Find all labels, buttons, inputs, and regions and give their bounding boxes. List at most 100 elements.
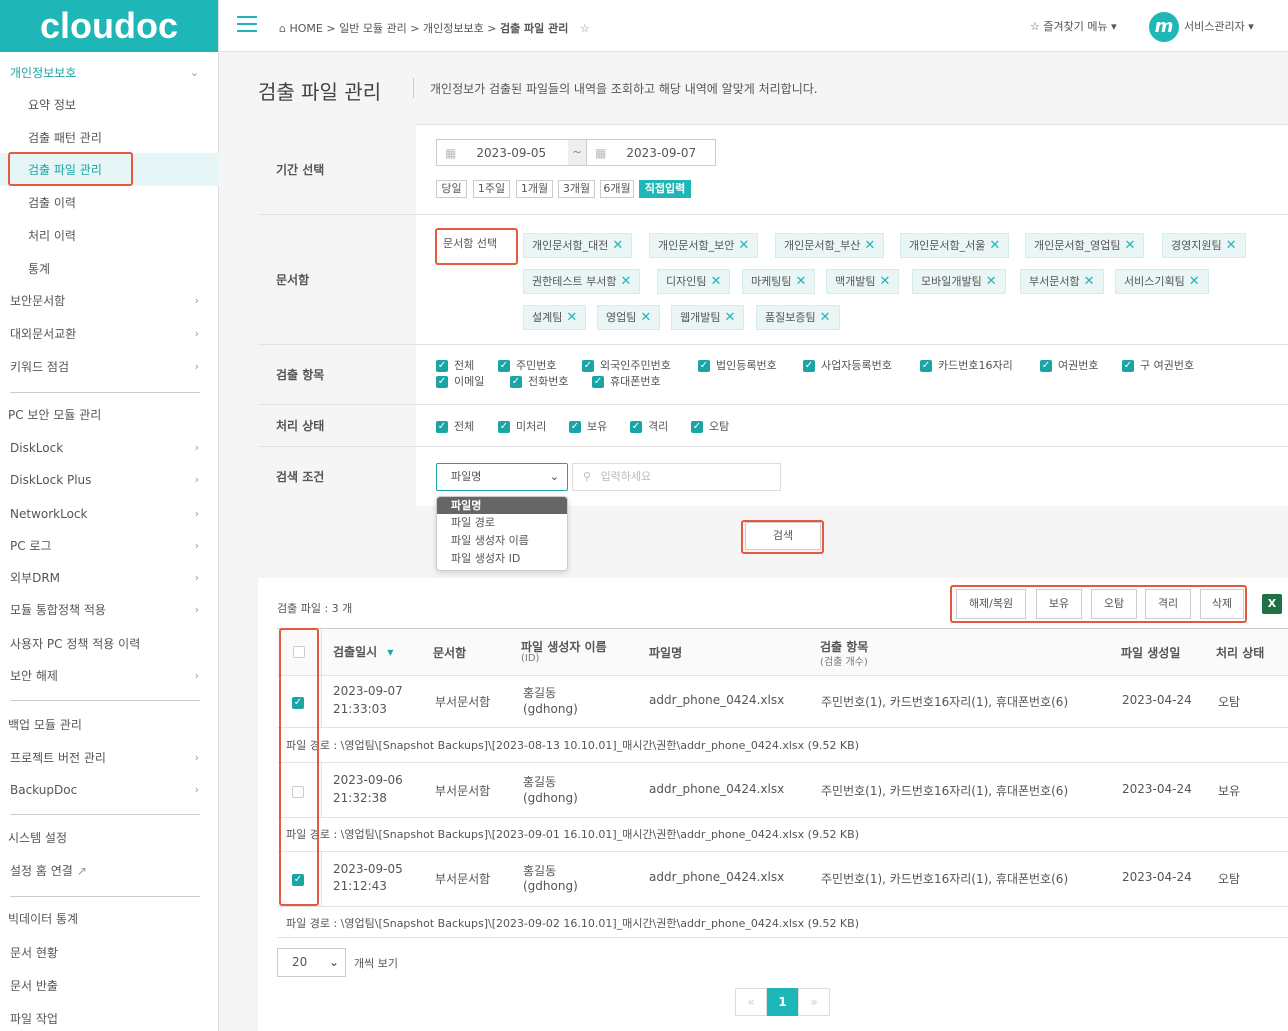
sidebar-item-stats[interactable]: 통계 bbox=[0, 261, 219, 277]
period-custom-button[interactable]: 직접입력 bbox=[639, 180, 691, 198]
close-icon[interactable]: ✕ bbox=[710, 274, 721, 289]
close-icon[interactable]: ✕ bbox=[566, 310, 577, 325]
dropdown-option-filename[interactable]: 파일명 bbox=[437, 497, 567, 514]
sidebar-item-disklock-plus[interactable]: DiskLock Plus › bbox=[0, 472, 219, 488]
avatar[interactable]: m bbox=[1149, 12, 1179, 42]
item-checkbox-phone[interactable]: ✓ 전화번호 bbox=[510, 373, 568, 389]
sidebar-item-external-drm[interactable]: 외부DRM › bbox=[0, 570, 219, 586]
hamburger-menu-icon[interactable] bbox=[237, 16, 257, 32]
item-checkbox-old-passport[interactable]: ✓ 구 여권번호 bbox=[1122, 357, 1194, 373]
sidebar-item-summary[interactable]: 요약 정보 bbox=[0, 97, 219, 113]
sidebar-item-doc-export[interactable]: 문서 반출 bbox=[0, 978, 219, 994]
period-today-button[interactable]: 당일 bbox=[436, 180, 467, 198]
home-icon[interactable]: ⌂ bbox=[279, 22, 286, 35]
sidebar-item-pc-log[interactable]: PC 로그 › bbox=[0, 538, 219, 554]
chevron-right-icon: › bbox=[194, 603, 199, 616]
sidebar-item-security-release[interactable]: 보안 해제 › bbox=[0, 668, 219, 684]
period-3month-button[interactable]: 3개월 bbox=[558, 180, 595, 198]
item-checkbox-card[interactable]: ✓ 카드번호16자리 bbox=[920, 357, 1013, 373]
status-checkbox-quarantine[interactable]: ✓ 격리 bbox=[630, 418, 668, 434]
close-icon[interactable]: ✕ bbox=[1124, 238, 1135, 253]
date-from-value: 2023-09-05 bbox=[476, 145, 547, 160]
status-checkbox-keep[interactable]: ✓ 보유 bbox=[569, 418, 607, 434]
breadcrumb-home[interactable]: HOME bbox=[289, 22, 322, 35]
close-icon[interactable]: ✕ bbox=[989, 238, 1000, 253]
sidebar-item-settings-home[interactable]: 설정 홈 연결 ↗ bbox=[0, 863, 219, 879]
status-checkbox-all[interactable]: ✓ 전체 bbox=[436, 418, 474, 434]
close-icon[interactable]: ✕ bbox=[640, 310, 651, 325]
date-from-input[interactable]: ▦ 2023-09-05 bbox=[436, 139, 586, 166]
row-filename[interactable]: addr_phone_0424.xlsx bbox=[649, 870, 784, 884]
sidebar-item-user-policy-history[interactable]: 사용자 PC 정책 적용 이력 bbox=[0, 636, 219, 652]
search-field-select[interactable]: 파일명 ⌄ bbox=[436, 463, 568, 491]
close-icon[interactable]: ✕ bbox=[620, 274, 631, 289]
item-checkbox-passport[interactable]: ✓ 여권번호 bbox=[1040, 357, 1098, 373]
column-header-date[interactable]: 검출일시 ▾ bbox=[333, 643, 393, 660]
divider bbox=[277, 937, 1288, 938]
item-checkbox-corp[interactable]: ✓ 법인등록번호 bbox=[698, 357, 777, 373]
breadcrumb-general[interactable]: 일반 모듈 관리 bbox=[339, 22, 407, 35]
search-input[interactable]: ⚲ 입력하세요 bbox=[572, 463, 781, 491]
sidebar-group-privacy[interactable]: 개인정보보호 ⌄ bbox=[0, 64, 219, 82]
checkbox-checked-icon: ✓ bbox=[920, 360, 932, 372]
sidebar-item-backupdoc[interactable]: BackupDoc › bbox=[0, 782, 219, 798]
close-icon[interactable]: ✕ bbox=[738, 238, 749, 253]
close-icon[interactable]: ✕ bbox=[879, 274, 890, 289]
item-checkbox-foreign[interactable]: ✓ 외국인주민번호 bbox=[582, 357, 671, 373]
sidebar-item-project-version[interactable]: 프로젝트 버전 관리 › bbox=[0, 750, 219, 766]
close-icon[interactable]: ✕ bbox=[795, 274, 806, 289]
close-icon[interactable]: ✕ bbox=[612, 238, 623, 253]
user-menu[interactable]: 서비스관리자 ▾ bbox=[1184, 18, 1254, 34]
favorites-menu[interactable]: ☆ 즐겨찾기 메뉴 ▾ bbox=[1030, 18, 1117, 34]
row-status: 보유 bbox=[1218, 784, 1241, 798]
period-6month-button[interactable]: 6개월 bbox=[600, 180, 634, 198]
sidebar-item-file-work[interactable]: 파일 작업 bbox=[0, 1011, 219, 1027]
date-to-input[interactable]: ▦ 2023-09-07 bbox=[586, 139, 716, 166]
item-checkbox-biz[interactable]: ✓ 사업자등록번호 bbox=[803, 357, 892, 373]
dropdown-option-creator-name[interactable]: 파일 생성자 이름 bbox=[437, 532, 567, 550]
divider bbox=[321, 762, 322, 817]
sidebar-item-module-policy[interactable]: 모듈 통합정책 적용 › bbox=[0, 602, 219, 618]
sidebar-item-history[interactable]: 검출 이력 bbox=[0, 195, 219, 211]
close-icon[interactable]: ✕ bbox=[820, 310, 831, 325]
highlight-box bbox=[8, 152, 133, 186]
pager-page-1[interactable]: 1 bbox=[767, 988, 798, 1016]
dropdown-option-path[interactable]: 파일 경로 bbox=[437, 514, 567, 532]
pager-prev-button[interactable]: « bbox=[735, 988, 767, 1016]
row-filename[interactable]: addr_phone_0424.xlsx bbox=[649, 693, 784, 707]
excel-export-icon[interactable]: X bbox=[1262, 594, 1282, 614]
sidebar-item-pattern[interactable]: 검출 패턴 관리 bbox=[0, 130, 219, 146]
chevron-down-icon: ⌄ bbox=[328, 955, 339, 969]
row-filename[interactable]: addr_phone_0424.xlsx bbox=[649, 782, 784, 796]
cloudoc-logo[interactable]: cloudoc bbox=[0, 0, 218, 52]
external-link-icon: ↗ bbox=[76, 864, 87, 878]
sidebar-item-disklock[interactable]: DiskLock › bbox=[0, 440, 219, 456]
close-icon[interactable]: ✕ bbox=[1084, 274, 1095, 289]
page-size-select[interactable]: 20 ⌄ bbox=[277, 948, 346, 977]
close-icon[interactable]: ✕ bbox=[1189, 274, 1200, 289]
sidebar-group-keyword[interactable]: 키워드 점검 › bbox=[0, 359, 219, 375]
status-checkbox-false-positive[interactable]: ✓ 오탐 bbox=[691, 418, 729, 434]
breadcrumb-privacy[interactable]: 개인정보보호 bbox=[423, 22, 484, 35]
sidebar-item-networklock[interactable]: NetworkLock › bbox=[0, 506, 219, 522]
close-icon[interactable]: ✕ bbox=[986, 274, 997, 289]
checkbox-checked-icon: ✓ bbox=[592, 376, 604, 388]
pager-next-button[interactable]: » bbox=[798, 988, 830, 1016]
close-icon[interactable]: ✕ bbox=[864, 238, 875, 253]
item-checkbox-mobile[interactable]: ✓ 휴대폰번호 bbox=[592, 373, 661, 389]
sidebar-item-doc-status[interactable]: 문서 현황 bbox=[0, 945, 219, 961]
sidebar-group-secure-box[interactable]: 보안문서함 › bbox=[0, 293, 219, 309]
item-checkbox-all[interactable]: ✓ 전체 bbox=[436, 357, 474, 373]
status-checkbox-unprocessed[interactable]: ✓ 미처리 bbox=[498, 418, 546, 434]
period-1month-button[interactable]: 1개월 bbox=[516, 180, 553, 198]
close-icon[interactable]: ✕ bbox=[1226, 238, 1237, 253]
star-icon[interactable]: ☆ bbox=[580, 22, 590, 35]
row-box: 부서문서함 bbox=[435, 784, 491, 798]
dropdown-option-creator-id[interactable]: 파일 생성자 ID bbox=[437, 550, 567, 568]
period-1week-button[interactable]: 1주일 bbox=[473, 180, 510, 198]
sidebar-item-process-history[interactable]: 처리 이력 bbox=[0, 228, 219, 244]
item-checkbox-email[interactable]: ✓ 이메일 bbox=[436, 373, 484, 389]
sidebar-group-external[interactable]: 대외문서교환 › bbox=[0, 326, 219, 342]
close-icon[interactable]: ✕ bbox=[724, 310, 735, 325]
item-checkbox-rrn[interactable]: ✓ 주민번호 bbox=[498, 357, 556, 373]
